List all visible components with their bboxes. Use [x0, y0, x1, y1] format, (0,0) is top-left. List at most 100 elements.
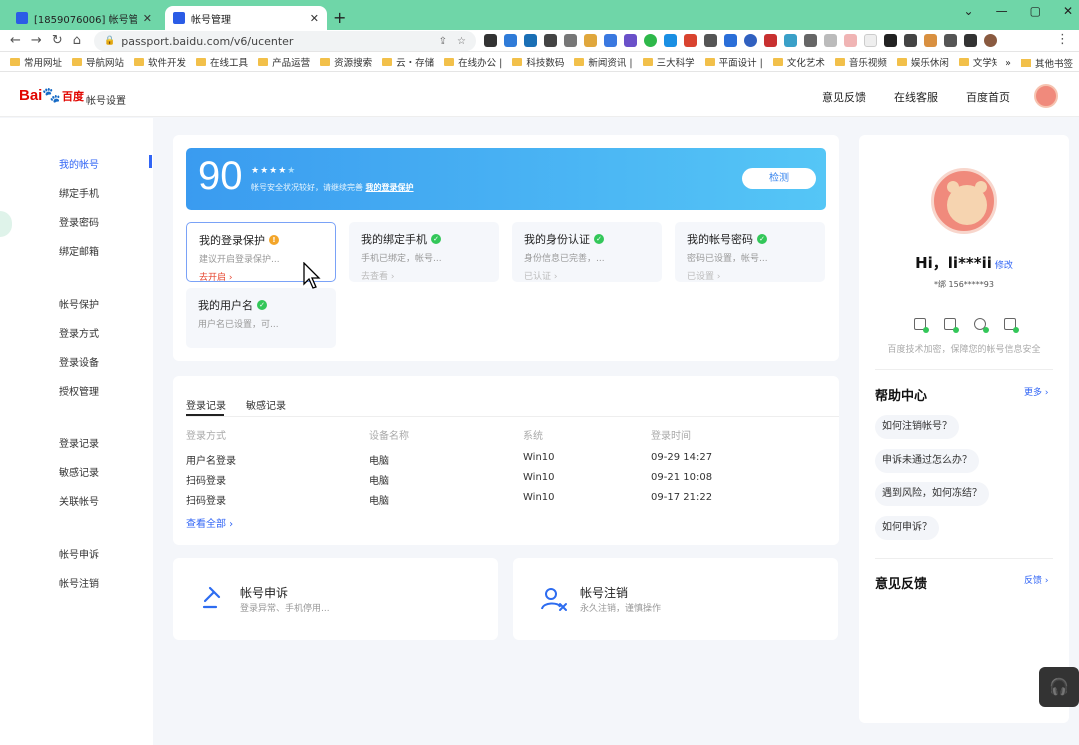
bookmark-folder[interactable]: 文化艺术	[772, 55, 825, 69]
bookmark-folder[interactable]: 软件开发	[134, 55, 186, 69]
extension-icon[interactable]	[924, 34, 937, 47]
bookmark-folder[interactable]: 在线办公 |	[444, 55, 502, 69]
sidebar-item-bind-phone[interactable]: 绑定手机	[59, 185, 99, 200]
extension-icon[interactable]	[824, 34, 837, 47]
bookmark-folder[interactable]: 产品运营	[258, 55, 310, 69]
email-icon[interactable]	[1004, 318, 1019, 333]
home-icon[interactable]: ⌂	[73, 33, 81, 48]
extension-icon[interactable]	[764, 34, 777, 47]
bookmark-folder[interactable]: 新闻资讯 |	[574, 55, 633, 69]
tab-close-icon[interactable]: ✕	[143, 12, 152, 25]
baidu-home-link[interactable]: 百度首页	[966, 89, 1010, 105]
check-button[interactable]: 检测	[742, 168, 816, 189]
extension-icon[interactable]	[904, 34, 917, 47]
phone-icon[interactable]	[944, 318, 959, 333]
sidebar-item-my-account[interactable]: 我的帐号	[59, 156, 99, 171]
sidebar-item-linked-accounts[interactable]: 关联帐号	[59, 493, 99, 508]
extension-icon[interactable]	[664, 34, 677, 47]
help-more-link[interactable]: 更多 ›	[1024, 385, 1048, 398]
extension-icon[interactable]	[784, 34, 797, 47]
bookmark-folder[interactable]: 导航网站	[72, 55, 124, 69]
faq-item[interactable]: 如何注销帐号？	[875, 415, 959, 439]
baidu-logo[interactable]: Bai🐾百度	[19, 86, 84, 104]
avatar[interactable]	[931, 168, 997, 234]
tab-login-records[interactable]: 登录记录	[186, 397, 226, 412]
sidebar-item-deregister[interactable]: 帐号注销	[59, 575, 99, 590]
bookmark-folder[interactable]: 资源搜索	[320, 55, 372, 69]
extension-icon[interactable]	[584, 34, 597, 47]
chevron-down-icon[interactable]: ⌄	[964, 4, 974, 18]
sidebar-item-login-method[interactable]: 登录方式	[59, 325, 99, 340]
feedback-link[interactable]: 意见反馈	[822, 89, 866, 105]
extension-icon[interactable]	[744, 34, 757, 47]
bookmark-folder[interactable]: 平面设计 |	[704, 55, 763, 69]
id-card-icon[interactable]	[914, 318, 929, 333]
sidebar-item-appeal[interactable]: 帐号申诉	[59, 546, 99, 561]
extension-icon[interactable]	[504, 34, 517, 47]
extension-icon[interactable]	[644, 34, 657, 47]
forward-icon[interactable]: →	[31, 33, 42, 48]
item-link[interactable]: 已认证 ›	[524, 269, 650, 282]
star-icon[interactable]: ☆	[457, 36, 466, 47]
extension-icon[interactable]	[864, 34, 877, 47]
browser-tab-2[interactable]: 帐号管理 ✕	[165, 6, 327, 30]
faq-item[interactable]: 遇到风险，如何冻结？	[875, 482, 989, 506]
sidebar-item-sensitive-records[interactable]: 敏感记录	[59, 464, 99, 479]
online-service-link[interactable]: 在线客服	[894, 89, 938, 105]
bookmark-folder[interactable]: 科技数码	[512, 55, 564, 69]
extension-icon[interactable]	[844, 34, 857, 47]
more-bookmarks-chevron[interactable]: »	[1005, 58, 1011, 69]
sidebar-item-login-records[interactable]: 登录记录	[59, 435, 99, 450]
bookmark-folder[interactable]: 云・存储	[382, 55, 434, 69]
sidebar-item-bind-email[interactable]: 绑定邮箱	[59, 243, 99, 258]
share-icon[interactable]: ⇪	[439, 36, 447, 47]
sidebar-item-password[interactable]: 登录密码	[59, 214, 99, 229]
shield-icon[interactable]	[974, 318, 989, 333]
tab-sensitive-records[interactable]: 敏感记录	[246, 397, 286, 412]
bookmark-folder[interactable]: 娱乐休闲	[896, 55, 949, 69]
bookmark-folder[interactable]: 常用网址	[10, 55, 62, 69]
support-headset-icon[interactable]: 🎧	[1039, 667, 1079, 707]
avatar[interactable]	[1034, 84, 1058, 108]
item-link[interactable]: 去查看 ›	[361, 269, 487, 282]
feedback-link[interactable]: 反馈 ›	[1024, 573, 1048, 586]
extension-icon[interactable]	[544, 34, 557, 47]
bookmark-folder[interactable]: 三大科学	[642, 55, 695, 69]
appeal-card[interactable]: 帐号申诉 登录异常、手机停用...	[173, 558, 498, 640]
bookmark-folder[interactable]: 音乐视频	[834, 55, 887, 69]
minimize-icon[interactable]: —	[996, 4, 1008, 18]
close-window-icon[interactable]: ✕	[1063, 4, 1073, 18]
security-item-username[interactable]: 我的用户名 ✓ 用户名已设置，可...	[186, 288, 336, 348]
sidepanel-icon[interactable]	[964, 34, 977, 47]
other-bookmarks[interactable]: » 其他书签	[997, 56, 1073, 70]
faq-item[interactable]: 如何申诉？	[875, 516, 939, 540]
puzzle-icon[interactable]	[944, 34, 957, 47]
extension-icon[interactable]	[524, 34, 537, 47]
menu-dots-icon[interactable]: ⋮	[1056, 32, 1069, 47]
reload-icon[interactable]: ↻	[52, 33, 63, 48]
maximize-icon[interactable]: ▢	[1030, 4, 1041, 18]
new-tab-icon[interactable]: +	[333, 8, 346, 27]
extension-icon[interactable]	[604, 34, 617, 47]
faq-item[interactable]: 申诉未通过怎么办？	[875, 449, 979, 473]
login-protect-link[interactable]: 我的登录保护	[366, 183, 414, 192]
extension-icon[interactable]	[484, 34, 497, 47]
tab-close-icon[interactable]: ✕	[310, 12, 319, 25]
sidebar-item-login-devices[interactable]: 登录设备	[59, 354, 99, 369]
address-bar[interactable]: 🔒 passport.baidu.com/v6/ucenter ⇪ ☆	[94, 31, 476, 51]
bookmark-folder[interactable]: 在线工具	[196, 55, 248, 69]
extension-icon[interactable]	[684, 34, 697, 47]
back-icon[interactable]: ←	[10, 33, 21, 48]
security-item-password[interactable]: 我的帐号密码 ✓ 密码已设置，帐号... 已设置 ›	[675, 222, 825, 282]
extension-icon[interactable]	[624, 34, 637, 47]
security-item-identity[interactable]: 我的身份认证 ✓ 身份信息已完善，... 已认证 ›	[512, 222, 662, 282]
sidebar-item-authorization[interactable]: 授权管理	[59, 383, 99, 398]
extension-icon[interactable]	[704, 34, 717, 47]
extension-icon[interactable]	[724, 34, 737, 47]
item-link[interactable]: 已设置 ›	[687, 269, 813, 282]
browser-tab-1[interactable]: [1859076006] 帐号管理 [18590 ✕	[8, 6, 160, 30]
security-item-bind-phone[interactable]: 我的绑定手机 ✓ 手机已绑定，帐号... 去查看 ›	[349, 222, 499, 282]
extension-icon[interactable]	[804, 34, 817, 47]
edit-name-link[interactable]: 修改	[995, 261, 1013, 271]
extension-icon[interactable]	[564, 34, 577, 47]
